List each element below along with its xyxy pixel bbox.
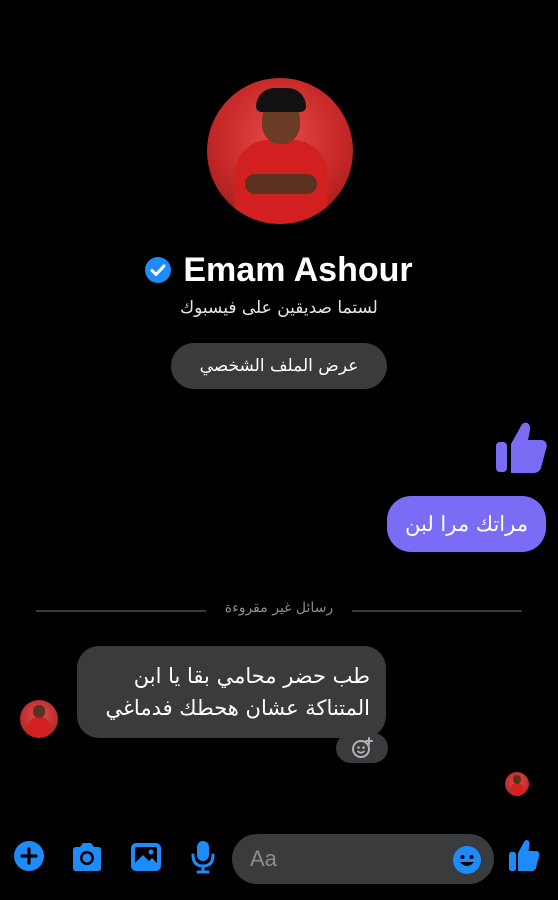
received-message-bubble[interactable]: طب حضر محامي بقا يا ابن المتناكة عشان هح… [77,646,386,738]
message-input-placeholder: Aa [250,846,277,871]
image-icon[interactable] [130,842,162,876]
sent-message-text: مراتك مرا لبن [405,512,528,536]
sender-avatar[interactable] [20,700,58,738]
profile-name: Emam Ashour [183,250,413,289]
sent-message-bubble[interactable]: مراتك مرا لبن [387,496,546,552]
friendship-status: لستما صديقين على فيسبوك [180,298,378,318]
like-sticker-icon[interactable] [494,418,548,478]
plus-icon[interactable] [13,840,45,876]
view-profile-button[interactable]: عرض الملف الشخصي [171,343,387,389]
received-message-line: طب حضر محامي بقا يا ابن [133,664,370,688]
like-icon[interactable] [508,838,540,876]
unread-divider-label: رسائل غير مقروءة [224,600,334,616]
microphone-icon[interactable] [190,840,216,878]
received-message-line: المتناكة عشان هحطك فدماغي [105,696,370,720]
add-reaction-icon [352,737,373,758]
add-reaction-button[interactable] [336,733,388,763]
message-input[interactable]: Aa [232,834,494,884]
camera-icon[interactable] [70,842,104,876]
profile-name-row: Emam Ashour [0,248,558,292]
emoji-icon[interactable] [452,845,482,879]
verified-badge-icon [145,257,172,283]
unread-messages-divider: رسائل غير مقروءة [36,599,522,621]
profile-avatar[interactable] [207,78,353,224]
seen-indicator-avatar [505,772,529,796]
